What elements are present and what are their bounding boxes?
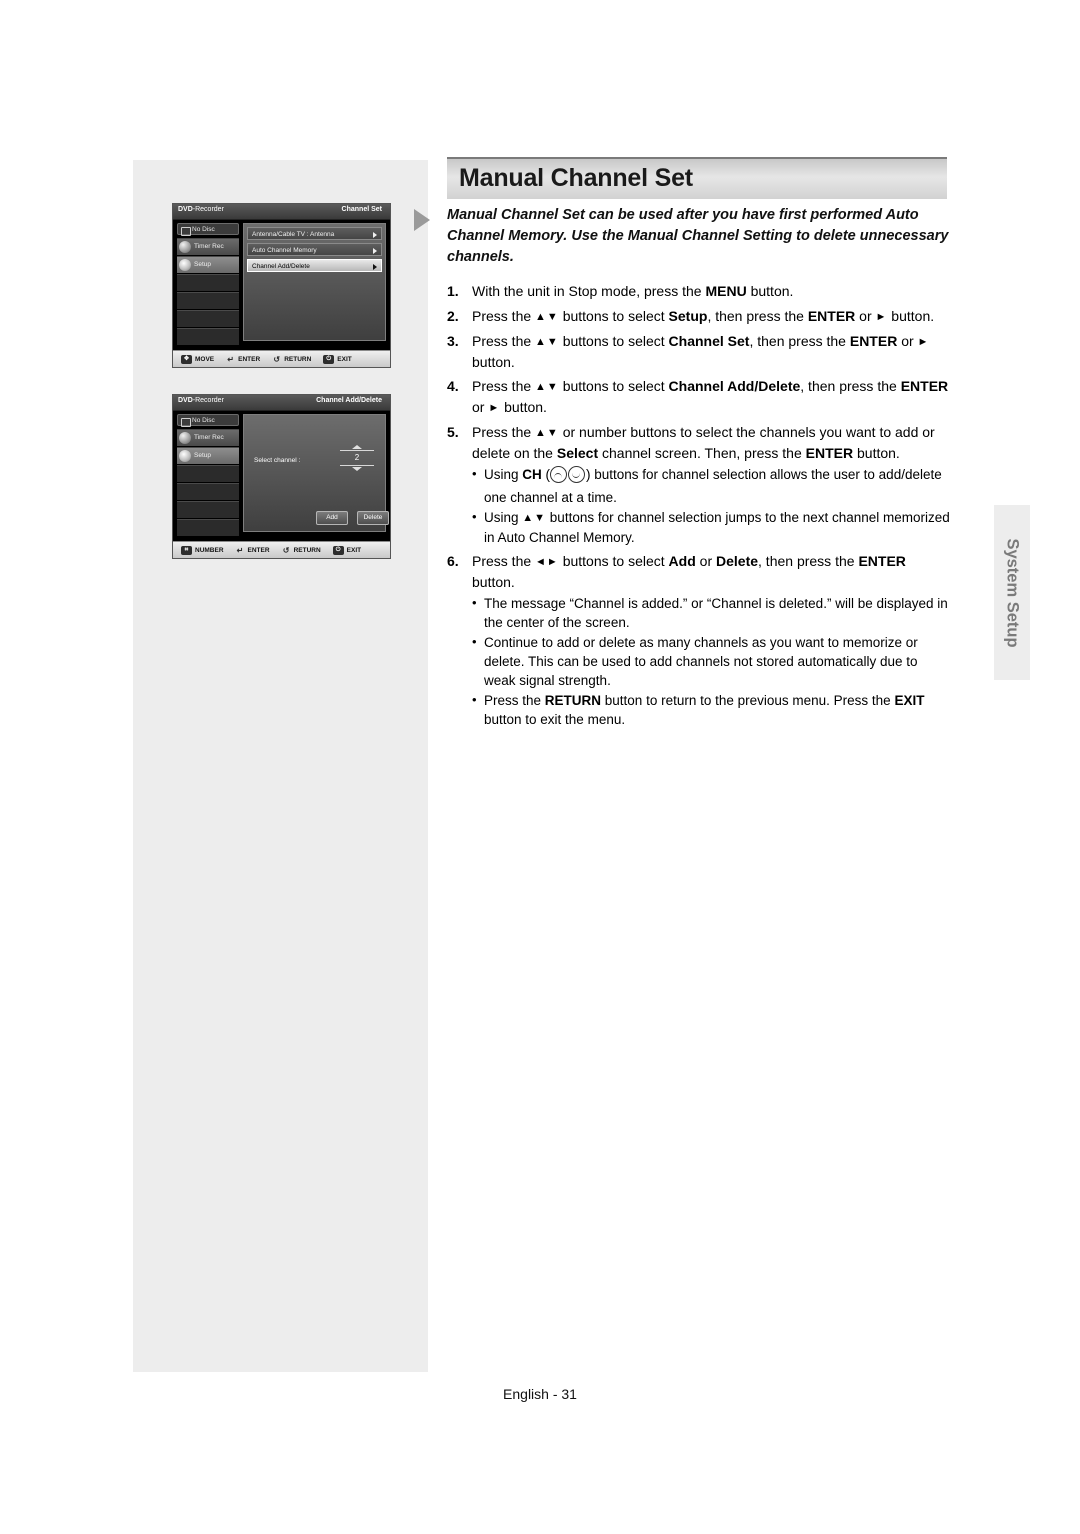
osd2-delete-button[interactable]: Delete [357,511,389,525]
osd2-screen-title: Channel Add/Delete [316,397,382,404]
chevron-up-icon[interactable] [352,445,362,449]
osd2-sidebar-blank-1 [177,465,239,482]
gear-icon [179,450,191,462]
osd2-panel: Select channel : 2 Add Delete [243,414,389,532]
intro-text: Manual Channel Set can be used after you… [447,207,949,265]
enter-icon: ↵ [236,545,244,555]
step-4: 4. Press the ▲▼ buttons to select Channe… [447,378,949,415]
osd-screenshot-channel-set: DVD-Recorder Channel Set No Disc Timer R… [172,203,391,368]
section-side-tab: System Setup [994,505,1030,680]
osd2-disc-status: No Disc [177,414,239,427]
step-4-text: Press the ▲▼ buttons to select Channel A… [472,378,949,415]
clock-icon [179,432,191,444]
osd1-footer-move: ✥ MOVE [181,354,214,364]
osd2-channel-stepper[interactable]: 2 [340,445,374,471]
enter-icon: ↵ [227,354,234,364]
chevron-right-icon [373,263,377,270]
stepper-divider-bottom [340,465,374,466]
osd2-action-buttons: Add Delete [316,511,389,525]
osd2-select-channel-label: Select channel : [254,457,301,464]
osd2-footer-exit: ⏻ EXIT [332,545,361,555]
move-icon: ✥ [181,354,192,364]
instructions-content: Manual Channel Set can be used after you… [414,205,952,734]
osd1-footer-enter: ↵ ENTER [227,354,261,364]
osd1-menu-item-channel-add-delete[interactable]: Channel Add/Delete [247,259,382,272]
osd2-footer-number: ⌗ NUMBER [181,545,224,555]
osd1-sidebar-blank-4 [177,328,239,345]
step-6-bullet-3: Press the RETURN button to return to the… [472,690,952,729]
osd1-menu: Antenna/Cable TV : Antenna Auto Channel … [243,223,386,341]
page-title: Manual Channel Set [459,164,693,192]
chevron-down-icon[interactable] [352,467,362,471]
step-1: 1. With the unit in Stop mode, press the… [447,283,794,299]
page-footer: English - 31 [503,1386,577,1402]
clock-icon [179,241,191,253]
page-title-bar: Manual Channel Set [447,157,947,199]
step-5-bullet-1: Using CH () buttons for channel selectio… [472,464,952,507]
osd-screenshot-channel-add-delete: DVD-Recorder Channel Add/Delete No Disc … [172,394,391,559]
osd2-channel-value: 2 [354,453,360,462]
step-6: 6. Press the ◄► buttons to select Add or… [447,552,952,729]
disc-icon [181,226,191,236]
intro-block: Manual Channel Set can be used after you… [414,205,952,268]
chevron-right-icon [373,231,377,238]
side-tab-label: System Setup [1003,537,1022,648]
step-3-text: Press the ▲▼ buttons to select Channel S… [472,333,930,370]
osd1-footer-return: ↺ RETURN [273,354,312,364]
step-6-bullet-1: The message “Channel is added.” or “Chan… [472,593,952,632]
arrow-right-icon [414,209,430,231]
osd2-footer-return: ↺ RETURN [282,545,321,555]
return-icon: ↺ [273,354,281,364]
osd1-header: DVD-Recorder Channel Set [173,204,390,220]
step-6-bullet-2: Continue to add or delete as many channe… [472,632,952,690]
osd1-footer-exit: ⏻ EXIT [323,354,352,364]
step-2-text: Press the ▲▼ buttons to select Setup, th… [472,307,935,324]
osd1-brand: DVD-Recorder [178,206,224,213]
step-5-bullet-2: Using ▲▼ buttons for channel selection j… [472,507,952,547]
osd1-screen-title: Channel Set [341,206,382,213]
step-6-text: Press the ◄► buttons to select Add or De… [472,553,906,590]
osd1-sidebar: Timer Rec Setup [177,238,239,345]
exit-icon: ⏻ [323,354,335,364]
osd1-menu-item-auto-channel-memory[interactable]: Auto Channel Memory [247,243,382,256]
osd2-header: DVD-Recorder Channel Add/Delete [173,395,390,411]
osd1-footer: ✥ MOVE ↵ ENTER ↺ RETURN ⏻ EXIT [173,350,390,367]
osd1-sidebar-item-timer-rec[interactable]: Timer Rec [177,238,239,255]
step-6-bullets: The message “Channel is added.” or “Chan… [472,593,952,729]
osd1-sidebar-blank-1 [177,274,239,291]
osd1-disc-status: No Disc [177,223,239,236]
osd2-brand: DVD-Recorder [178,397,224,404]
osd1-sidebar-blank-2 [177,292,239,309]
stepper-divider-top [340,450,374,451]
osd2-sidebar-item-setup[interactable]: Setup [177,447,239,464]
return-icon: ↺ [282,545,290,555]
osd2-footer: ⌗ NUMBER ↵ ENTER ↺ RETURN ⏻ EXIT [173,541,390,558]
step-2: 2. Press the ▲▼ buttons to select Setup,… [447,307,935,324]
osd2-sidebar-item-timer-rec[interactable]: Timer Rec [177,429,239,446]
step-3: 3. Press the ▲▼ buttons to select Channe… [447,333,930,370]
step-5: 5. Press the ▲▼ or number buttons to sel… [447,423,952,547]
step-5-bullets: Using CH () buttons for channel selectio… [472,464,952,547]
number-icon: ⌗ [181,545,192,555]
chevron-right-icon [373,247,377,254]
osd2-sidebar-blank-3 [177,501,239,518]
steps-list: 1. With the unit in Stop mode, press the… [447,282,952,729]
osd2-sidebar-blank-2 [177,483,239,500]
step-5-text: Press the ▲▼ or number buttons to select… [472,424,935,461]
disc-icon [181,417,191,427]
osd2-sidebar-blank-4 [177,519,239,536]
osd2-add-button[interactable]: Add [316,511,348,525]
osd1-menu-item-antenna-cable[interactable]: Antenna/Cable TV : Antenna [247,227,382,240]
osd1-sidebar-item-setup[interactable]: Setup [177,256,239,273]
exit-icon: ⏻ [332,545,344,555]
step-1-text: With the unit in Stop mode, press the ME… [472,283,794,299]
osd2-footer-enter: ↵ ENTER [236,545,270,555]
osd1-sidebar-blank-3 [177,310,239,327]
osd2-sidebar: Timer Rec Setup [177,429,239,536]
gear-icon [179,259,191,271]
